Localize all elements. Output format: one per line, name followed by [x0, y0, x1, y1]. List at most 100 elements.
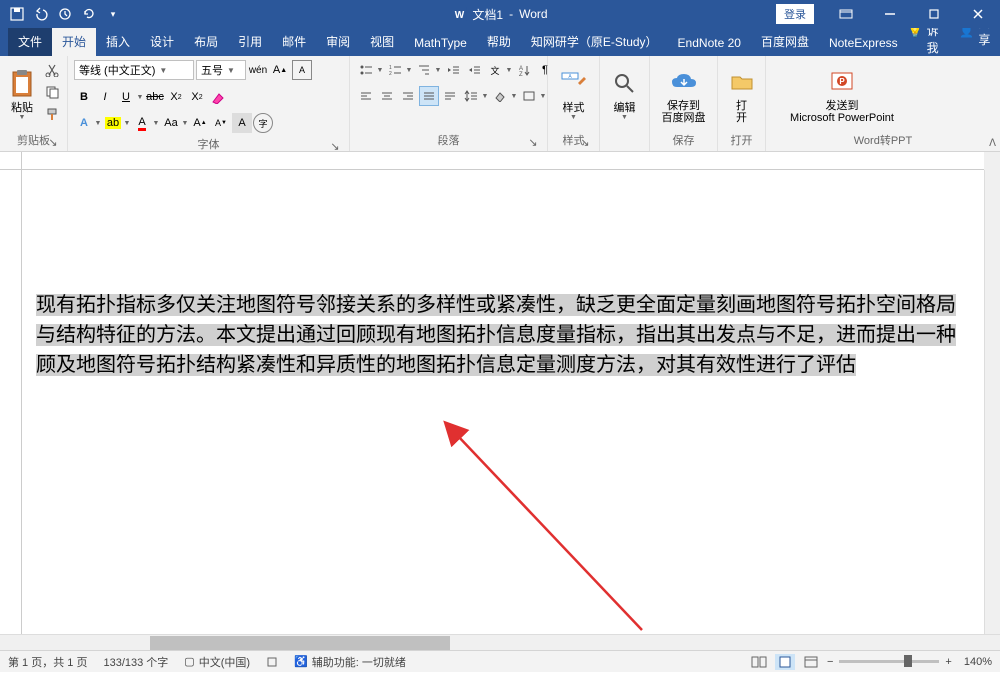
chevron-down-icon[interactable]: ▼ — [123, 113, 131, 133]
horizontal-ruler[interactable] — [22, 152, 984, 170]
print-layout-icon[interactable] — [775, 654, 795, 670]
ribbon-display-icon[interactable] — [824, 0, 868, 28]
tab-view[interactable]: 视图 — [360, 28, 404, 56]
shrink-font-icon[interactable]: A▼ — [211, 113, 231, 133]
styles-launcher-icon[interactable]: ↘ — [579, 136, 591, 148]
tab-review[interactable]: 审阅 — [316, 28, 360, 56]
chevron-down-icon[interactable]: ▼ — [510, 86, 518, 106]
font-name-combo[interactable]: 等线 (中文正文)▼ — [74, 60, 194, 80]
status-word-count[interactable]: 133/133 个字 — [103, 654, 168, 670]
increase-indent-icon[interactable] — [464, 60, 484, 80]
tab-baidu[interactable]: 百度网盘 — [751, 28, 819, 56]
text-effects-icon[interactable]: A — [74, 113, 94, 133]
tab-endnote[interactable]: EndNote 20 — [668, 31, 751, 56]
maximize-icon[interactable] — [912, 0, 956, 28]
login-button[interactable]: 登录 — [776, 4, 814, 24]
vertical-scrollbar[interactable] — [984, 170, 1000, 634]
chevron-down-icon[interactable]: ▼ — [539, 86, 547, 106]
tab-design[interactable]: 设计 — [140, 28, 184, 56]
strikethrough-icon[interactable]: abc — [145, 87, 165, 107]
shading-icon[interactable] — [490, 86, 510, 106]
grow-font-icon[interactable]: A▲ — [270, 60, 290, 80]
tab-references[interactable]: 引用 — [228, 28, 272, 56]
enclosed-chars-icon[interactable]: 字 — [253, 113, 273, 133]
format-painter-icon[interactable] — [42, 104, 62, 124]
paste-button[interactable]: 粘贴 ▼ — [6, 60, 38, 130]
subscript-icon[interactable]: X2 — [166, 87, 186, 107]
web-layout-icon[interactable] — [801, 654, 821, 670]
numbering-icon[interactable]: 12 — [385, 60, 405, 80]
close-icon[interactable] — [956, 0, 1000, 28]
tab-mailings[interactable]: 邮件 — [272, 28, 316, 56]
line-spacing-icon[interactable] — [461, 86, 481, 106]
status-page[interactable]: 第 1 页，共 1 页 — [8, 654, 87, 670]
chevron-down-icon[interactable]: ▼ — [434, 60, 442, 80]
minimize-icon[interactable] — [868, 0, 912, 28]
editing-button[interactable]: 编辑 ▼ — [606, 60, 643, 130]
status-macros[interactable] — [266, 656, 278, 668]
chevron-down-icon[interactable]: ▼ — [152, 113, 160, 133]
align-right-icon[interactable] — [398, 86, 418, 106]
grow-font-icon[interactable]: A▲ — [190, 113, 210, 133]
tab-layout[interactable]: 布局 — [184, 28, 228, 56]
sort-icon[interactable]: AZ — [514, 60, 534, 80]
send-to-ppt-button[interactable]: P 发送到 Microsoft PowerPoint — [772, 60, 912, 130]
bullets-icon[interactable] — [356, 60, 376, 80]
read-mode-icon[interactable] — [749, 654, 769, 670]
horizontal-scrollbar[interactable] — [0, 634, 1000, 650]
zoom-slider-thumb[interactable] — [904, 655, 912, 667]
undo-icon[interactable] — [30, 3, 52, 25]
tab-home[interactable]: 开始 — [52, 28, 96, 56]
cut-icon[interactable] — [42, 60, 62, 80]
decrease-indent-icon[interactable] — [443, 60, 463, 80]
zoom-slider[interactable] — [839, 660, 939, 663]
chevron-down-icon[interactable]: ▼ — [136, 87, 144, 107]
clipboard-launcher-icon[interactable]: ↘ — [47, 136, 59, 148]
styles-button[interactable]: A 样式 ▼ — [554, 60, 593, 130]
chevron-down-icon[interactable]: ▼ — [376, 60, 384, 80]
zoom-in-button[interactable]: + — [945, 656, 951, 668]
borders-icon[interactable] — [519, 86, 539, 106]
font-color-icon[interactable]: A — [132, 113, 152, 133]
tab-help[interactable]: 帮助 — [477, 28, 521, 56]
italic-button[interactable]: I — [95, 87, 115, 107]
vertical-ruler[interactable] — [0, 170, 22, 634]
paragraph-launcher-icon[interactable]: ↘ — [527, 136, 539, 148]
bold-button[interactable]: B — [74, 87, 94, 107]
tab-file[interactable]: 文件 — [8, 28, 52, 56]
font-launcher-icon[interactable]: ↘ — [329, 140, 341, 152]
superscript-icon[interactable]: X2 — [187, 87, 207, 107]
save-baidu-button[interactable]: 保存到 百度网盘 — [656, 60, 711, 130]
font-size-combo[interactable]: 五号▼ — [196, 60, 246, 80]
underline-button[interactable]: U — [116, 87, 136, 107]
status-accessibility[interactable]: ♿ 辅助功能: 一切就绪 — [294, 654, 406, 670]
save-icon[interactable] — [6, 3, 28, 25]
asian-layout-icon[interactable]: 文 — [485, 60, 505, 80]
page-viewport[interactable]: 现有拓扑指标多仅关注地图符号邻接关系的多样性或紧凑性，缺乏更全面定量刻画地图符号… — [22, 170, 984, 634]
collapse-ribbon-icon[interactable]: ᐱ — [989, 138, 996, 149]
char-border-icon[interactable]: A — [292, 60, 312, 80]
align-center-icon[interactable] — [377, 86, 397, 106]
distribute-icon[interactable] — [440, 86, 460, 106]
open-button[interactable]: 打 开 — [724, 60, 759, 130]
justify-icon[interactable] — [419, 86, 439, 106]
chevron-down-icon[interactable]: ▼ — [481, 86, 489, 106]
refresh-icon[interactable] — [78, 3, 100, 25]
scrollbar-thumb[interactable] — [150, 636, 450, 650]
status-language[interactable]: ▢ 中文(中国) — [184, 654, 250, 670]
tab-insert[interactable]: 插入 — [96, 28, 140, 56]
char-shading-icon[interactable]: A — [232, 113, 252, 133]
highlight-icon[interactable]: ab — [103, 113, 123, 133]
align-left-icon[interactable] — [356, 86, 376, 106]
phonetic-guide-icon[interactable]: wén — [248, 60, 268, 80]
zoom-out-button[interactable]: − — [827, 656, 833, 668]
multilevel-list-icon[interactable] — [414, 60, 434, 80]
chevron-down-icon[interactable]: ▼ — [505, 60, 513, 80]
clear-format-icon[interactable] — [208, 87, 228, 107]
qat-customize-icon[interactable]: ▾ — [102, 3, 124, 25]
change-case-icon[interactable]: Aa — [161, 113, 181, 133]
tab-mathtype[interactable]: MathType — [404, 31, 477, 56]
redo-icon[interactable] — [54, 3, 76, 25]
copy-icon[interactable] — [42, 82, 62, 102]
selected-text[interactable]: 现有拓扑指标多仅关注地图符号邻接关系的多样性或紧凑性，缺乏更全面定量刻画地图符号… — [36, 294, 956, 376]
